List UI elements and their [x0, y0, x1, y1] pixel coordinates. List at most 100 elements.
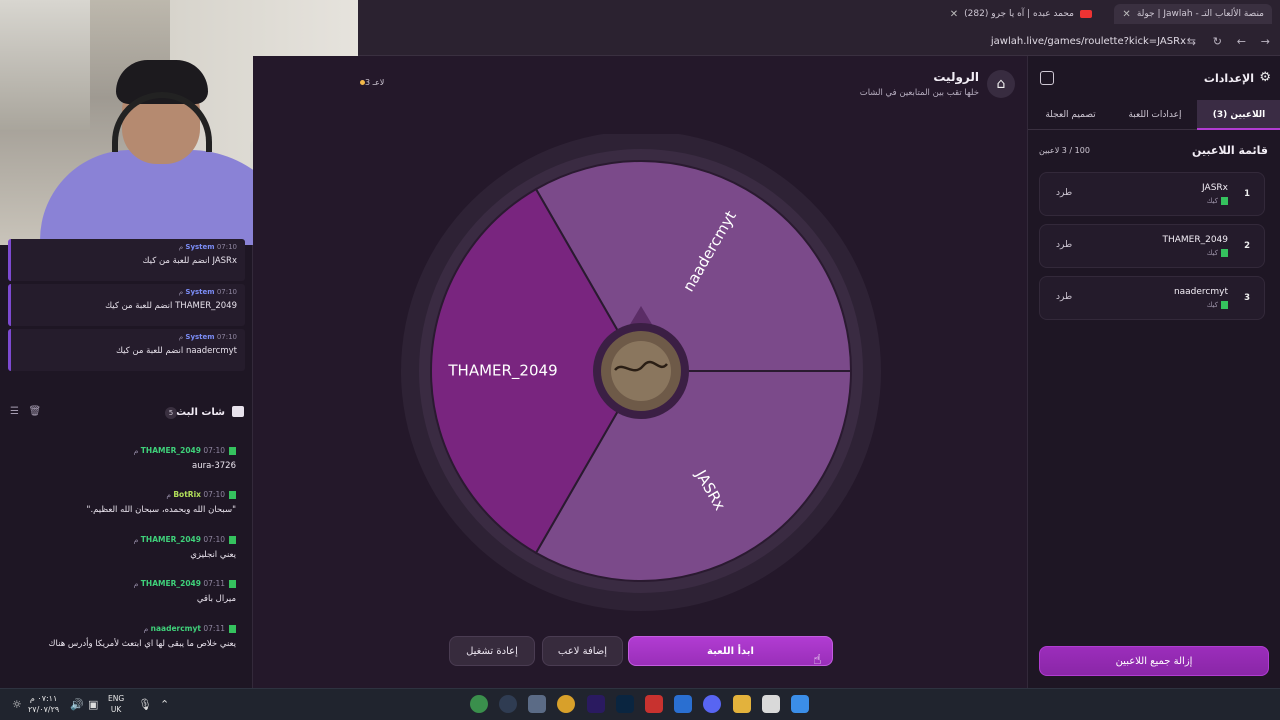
player-name: naadercmyt [1173, 287, 1228, 297]
system-user: System [185, 333, 215, 341]
player-card: 2 THAMER_2049 كيك طرد [1039, 224, 1265, 268]
chat-username[interactable]: THAMER_2049 [141, 535, 201, 544]
taskbar-clock[interactable]: ٠٧:١١ م ٢٧/٠٧/٢٩ [28, 693, 59, 715]
lang-top: ENG [108, 694, 125, 703]
chevron-up-icon[interactable]: ⌃ [160, 698, 169, 711]
tab-players[interactable]: اللاعبين (3) [1197, 100, 1280, 130]
system-text: JASRx انضم للعبة من كيك [142, 256, 237, 266]
chrome-icon[interactable] [470, 695, 488, 713]
windows-start-icon[interactable] [791, 695, 809, 713]
trash-icon[interactable]: 🗑 [29, 406, 42, 417]
media-app-icon[interactable] [645, 695, 663, 713]
discord-icon[interactable] [703, 695, 721, 713]
site-settings-icon[interactable]: ⇆ [1187, 35, 1196, 48]
players-list-title: قائمة اللاعبين [1192, 144, 1268, 157]
chat-message: THAMER_2049 07:11 م ميرال باقي [6, 579, 236, 604]
add-player-button[interactable]: إضافة لاعب [542, 636, 623, 666]
player-number: 2 [1244, 241, 1250, 251]
players-list-count: 100 / 3 لاعبين [1039, 146, 1090, 155]
remove-all-players-button[interactable]: إزالة جميع اللاعبين [1039, 646, 1269, 676]
address-bar[interactable]: jawlah.live/games/roulette?kick=JASRx ⇆ … [358, 28, 1280, 56]
player-source: كيك [1206, 249, 1218, 257]
forward-icon[interactable]: → [1261, 35, 1270, 48]
settings-panel: ⚙ الإعدادات اللاعبين (3) إعدادات اللعبة … [1027, 56, 1280, 688]
chat-message: naadercmyt 07:11 م يعني خلاص ما يبقى لها… [6, 624, 236, 649]
chat-text: aura-3726 [192, 461, 236, 471]
system-user: System [185, 243, 215, 251]
clock-time: ٠٧:١١ م [29, 694, 58, 703]
collapse-panel-icon[interactable] [1040, 71, 1054, 85]
tab-youtube[interactable]: ✕ (282) محمد عبده | آه يا جرو [942, 4, 1100, 24]
microphone-icon[interactable]: 🎙 [138, 698, 152, 711]
player-source: كيك [1206, 197, 1218, 205]
volume-icon[interactable]: 🔊 [70, 698, 84, 711]
network-icon[interactable]: ▣ [88, 698, 98, 711]
store-icon[interactable] [762, 695, 780, 713]
settings-app-icon[interactable] [528, 695, 546, 713]
settings-tabs: اللاعبين (3) إعدادات اللعبة تصميم العجلة [1028, 100, 1280, 130]
filter-icon[interactable]: ☰ [10, 406, 19, 417]
chat-icon [232, 406, 244, 417]
system-message: System 07:10 م JASRx انضم للعبة من كيك [8, 239, 245, 281]
player-source: كيك [1206, 301, 1218, 309]
kick-player-button[interactable]: طرد [1056, 292, 1072, 302]
weather-icon[interactable]: ☼ [12, 698, 22, 711]
player-number: 3 [1244, 293, 1250, 303]
player-name: JASRx [1202, 183, 1228, 193]
chat-text: يعني انجليزي [190, 550, 236, 560]
tab-wheel-design[interactable]: تصميم العجلة [1028, 100, 1113, 130]
reload-icon[interactable]: ↻ [1213, 35, 1222, 48]
chrome-alt-icon[interactable] [557, 695, 575, 713]
mail-icon[interactable] [674, 695, 692, 713]
chat-text: يعني خلاص ما يبقى لها اي ابتعث لأمريكا و… [48, 639, 236, 649]
premiere-icon[interactable] [587, 695, 605, 713]
player-card: 1 JASRx كيك طرد [1039, 172, 1265, 216]
chat-message: BotRix 07:10 م "سبحان الله وبحمده، سبحان… [6, 490, 236, 515]
chat-text: "سبحان الله وبحمده، سبحان الله العظيم." [86, 505, 236, 515]
chat-username[interactable]: THAMER_2049 [141, 579, 201, 588]
players-pill-label: 3 لاعـ [365, 78, 385, 87]
player-name: THAMER_2049 [1162, 235, 1228, 245]
gear-icon: ⚙ [1259, 70, 1271, 85]
chat-text: ميرال باقي [196, 594, 236, 604]
tab-label: (282) محمد عبده | آه يا جرو [964, 9, 1074, 19]
kick-player-button[interactable]: طرد [1056, 240, 1072, 250]
chat-username[interactable]: BotRix [173, 490, 201, 499]
kick-icon [229, 536, 236, 544]
tab-label: جولة | Jawlah - منصة الألعاب التـ [1136, 9, 1264, 19]
chat-username[interactable]: naadercmyt [151, 624, 201, 633]
tab-game-settings[interactable]: إعدادات اللعبة [1113, 100, 1197, 130]
photoshop-icon[interactable] [616, 695, 634, 713]
kick-player-button[interactable]: طرد [1056, 188, 1072, 198]
system-user: System [185, 288, 215, 296]
home-icon: ⌂ [996, 76, 1006, 92]
tab-jawlah[interactable]: ✕ جولة | Jawlah - منصة الألعاب التـ [1114, 4, 1272, 24]
reset-button[interactable]: إعادة تشغيل [449, 636, 535, 666]
wheel-svg[interactable]: naadercmytJASRxTHAMER_2049 [401, 131, 881, 614]
home-button[interactable]: ⌂ [987, 70, 1015, 98]
chat-header: شات البث 5 ☰ 🗑 [0, 400, 253, 426]
roulette-area: 3 لاعـ ⌂ الروليت خلها تقب بين المتابعين … [253, 56, 1027, 688]
lang-bottom: UK [110, 705, 122, 714]
clock-date: ٢٧/٠٧/٢٩ [28, 705, 60, 714]
system-text: THAMER_2049 انضم للعبة من كيك [105, 301, 237, 311]
obs-icon[interactable] [499, 695, 517, 713]
chat-count-badge: 5 [165, 407, 177, 419]
language-indicator[interactable]: ENG UK [108, 693, 124, 715]
chat-message: THAMER_2049 07:10 م يعني انجليزي [6, 535, 236, 560]
kick-icon [1221, 301, 1228, 309]
system-text: naadercmyt انضم للعبة من كيك [115, 346, 237, 356]
cam-window [0, 0, 90, 130]
kick-icon [229, 447, 236, 455]
roulette-wheel[interactable]: naadercmyt JASRx THAMER_2049 [401, 131, 881, 614]
back-icon[interactable]: ← [1237, 35, 1246, 48]
close-tab-icon[interactable]: ✕ [950, 9, 958, 20]
chat-username[interactable]: THAMER_2049 [141, 446, 201, 455]
player-card: 3 naadercmyt كيك طرد [1039, 276, 1265, 320]
mouse-cursor-icon: ☝ [813, 652, 822, 668]
close-tab-icon[interactable]: ✕ [1122, 9, 1130, 20]
url-text[interactable]: jawlah.live/games/roulette?kick=JASRx [991, 36, 1186, 47]
start-game-button[interactable]: ابدأ اللعبة [628, 636, 833, 666]
file-explorer-icon[interactable] [733, 695, 751, 713]
chat-title: شات البث [176, 407, 225, 418]
